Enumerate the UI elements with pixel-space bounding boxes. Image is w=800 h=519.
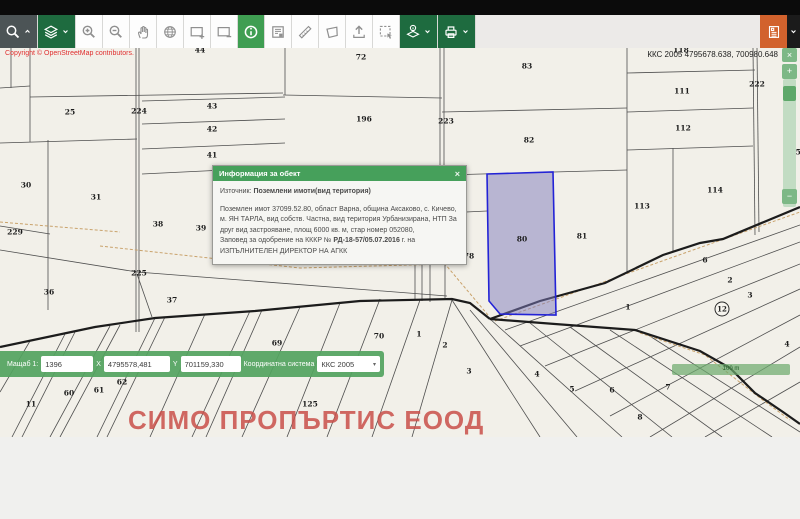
popup-order-authority: ИЗПЪЛНИТЕЛЕН ДИРЕКТОР НА АГКК — [220, 248, 347, 255]
scale-label: Мащаб 1: — [7, 361, 38, 368]
export-button[interactable] — [346, 15, 373, 48]
zoom-window-button[interactable] — [184, 15, 211, 48]
select-region-button[interactable] — [373, 15, 400, 48]
status-bar: Мащаб 1: X Y Координатна система ККС 200… — [0, 351, 384, 377]
zoom-in-icon — [81, 24, 97, 40]
map-scale-bar: 100 m — [672, 364, 790, 375]
popup-order-number: РД-18-57/05.07.2016 — [333, 237, 399, 244]
caret-down-icon — [789, 27, 798, 36]
info-popup-title: Информация за обект — [219, 169, 455, 178]
toolbar — [0, 15, 800, 49]
map-canvas[interactable]: 4472831182221111121151962232244342412530… — [0, 48, 800, 437]
caret-down-icon — [423, 27, 432, 36]
x-coordinate-input[interactable] — [104, 356, 170, 372]
info-popup: Информация за обект × Източник: Поземлен… — [212, 165, 467, 265]
page-background — [0, 437, 800, 519]
measure-area-button[interactable] — [319, 15, 346, 48]
x-label: X — [96, 361, 101, 368]
upload-icon — [351, 24, 367, 40]
identify-button[interactable] — [265, 15, 292, 48]
y-coordinate-input[interactable] — [181, 356, 241, 372]
copyright-notice: Copyright © OpenStreetMap contributors. — [5, 50, 134, 57]
crs-selected-value: ККС 2005 — [321, 360, 365, 369]
crs-select[interactable]: ККС 2005 ▾ — [317, 356, 380, 372]
layers-icon — [43, 24, 59, 40]
top-black-bar — [0, 0, 800, 15]
print-button[interactable] — [438, 15, 476, 48]
search-icon — [5, 24, 21, 40]
zoom-out-button[interactable]: − — [782, 189, 797, 204]
popup-parcel-description: Поземлен имот 37099.52.80, област Варна,… — [220, 206, 457, 234]
toolbar-spacer — [476, 15, 760, 48]
selected-parcel — [487, 172, 556, 315]
doc-menu-icon — [766, 24, 782, 40]
zoom-out-icon — [108, 24, 124, 40]
info-icon — [243, 24, 259, 40]
scale-input[interactable] — [41, 356, 93, 372]
zoom-out-window-button[interactable] — [211, 15, 238, 48]
zoom-slider-handle[interactable] — [783, 86, 796, 101]
polygon-icon — [324, 24, 340, 40]
zoom-out-button[interactable] — [103, 15, 130, 48]
print-icon — [443, 24, 459, 40]
caret-up-icon — [23, 27, 32, 36]
y-label: Y — [173, 361, 178, 368]
map-info-button[interactable] — [400, 15, 438, 48]
zoom-in-button[interactable]: + — [782, 64, 797, 79]
ruler-icon — [297, 24, 313, 40]
zoom-in-button[interactable] — [76, 15, 103, 48]
pan-button[interactable] — [130, 15, 157, 48]
popup-source-value: Поземлени имоти(вид територия) — [254, 188, 371, 195]
rect-plus-icon — [189, 24, 205, 40]
popup-order-prefix: Заповед за одобрение на КККР № — [220, 237, 333, 244]
coords-readout: ККС 2005 4795678.638, 700980.648 — [647, 50, 778, 59]
chevron-down-icon: ▾ — [373, 361, 376, 368]
rect-minus-icon — [216, 24, 232, 40]
coords-close-button[interactable]: × — [782, 48, 797, 62]
menu-button[interactable] — [760, 15, 787, 48]
caret-down-icon — [461, 27, 470, 36]
toolbar-menu — [760, 15, 800, 48]
app-window: 4472831182221111121151962232244342412530… — [0, 0, 800, 519]
watermark: СИМО ПРОПЪРТИС ЕООД — [128, 405, 484, 436]
popup-order-suffix: г. на — [400, 237, 415, 244]
search-button[interactable] — [0, 15, 38, 48]
measure-distance-button[interactable] — [292, 15, 319, 48]
menu-caret-button[interactable] — [787, 15, 800, 48]
layers-info-icon — [405, 24, 421, 40]
popup-close-icon[interactable]: × — [455, 169, 460, 179]
object-info-button[interactable] — [238, 15, 265, 48]
info-popup-body: Източник: Поземлени имоти(вид територия)… — [213, 181, 466, 264]
toolbar-buttons — [0, 15, 476, 48]
crs-label: Координатна система — [244, 361, 315, 368]
select-icon — [378, 24, 394, 40]
layers-button[interactable] — [38, 15, 76, 48]
full-extent-button[interactable] — [157, 15, 184, 48]
hand-icon — [135, 24, 151, 40]
popup-source-label: Източник: — [220, 188, 252, 195]
info-popup-header[interactable]: Информация за обект × — [213, 166, 466, 181]
caret-down-icon — [61, 27, 70, 36]
zoom-slider-track[interactable] — [783, 79, 796, 207]
globe-icon — [162, 24, 178, 40]
identify-icon — [270, 24, 286, 40]
